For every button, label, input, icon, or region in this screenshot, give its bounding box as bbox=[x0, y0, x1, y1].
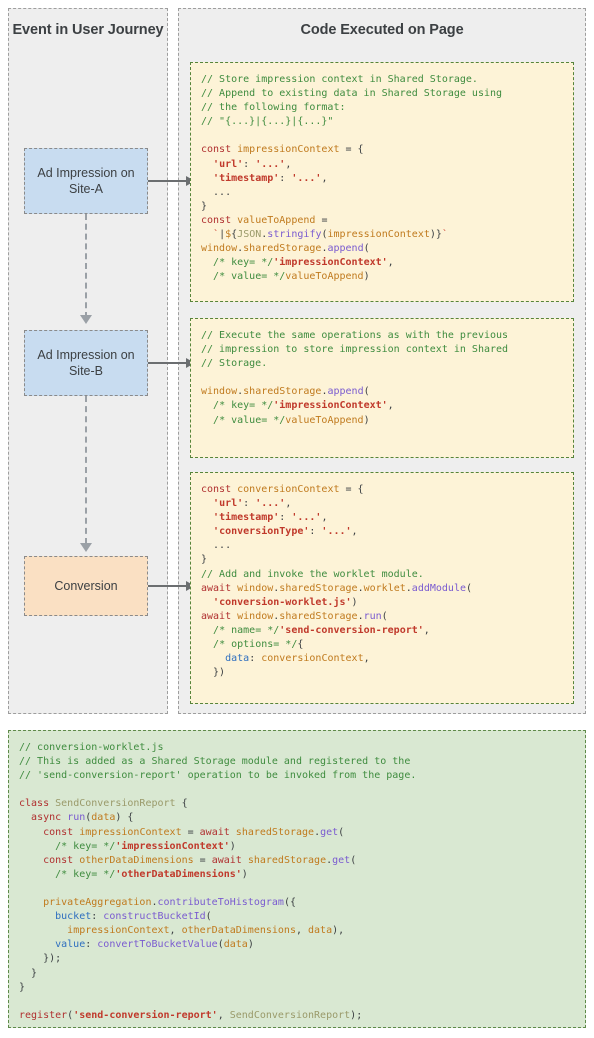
arrow-event-a-to-code-1 bbox=[148, 180, 188, 182]
event-box-label: Ad Impression on Site-B bbox=[37, 348, 135, 378]
column-right-header: Code Executed on Page bbox=[300, 22, 464, 38]
arrow-conversion-to-code-3 bbox=[148, 585, 188, 587]
event-box-label: Ad Impression on Site-A bbox=[37, 166, 135, 196]
code-block-conversion: const conversionContext = { 'url': '...'… bbox=[190, 472, 574, 704]
event-box-ad-impression-site-a: Ad Impression on Site-A bbox=[24, 148, 148, 214]
flow-diagram: Event in User Journey Code Executed on P… bbox=[0, 0, 594, 722]
connector-b-to-conversion bbox=[85, 396, 87, 544]
code-block-impression-site-b: // Execute the same operations as with t… bbox=[190, 318, 574, 458]
code-block-conversion-worklet: // conversion-worklet.js // This is adde… bbox=[8, 730, 586, 1028]
connector-arrowhead-b-to-conversion bbox=[80, 543, 92, 552]
connector-a-to-b bbox=[85, 214, 87, 318]
event-box-conversion: Conversion bbox=[24, 556, 148, 616]
connector-arrowhead-a-to-b bbox=[80, 315, 92, 324]
column-left-header: Event in User Journey bbox=[12, 22, 164, 38]
arrow-event-b-to-code-2 bbox=[148, 362, 188, 364]
event-box-ad-impression-site-b: Ad Impression on Site-B bbox=[24, 330, 148, 396]
code-block-impression-site-a: // Store impression context in Shared St… bbox=[190, 62, 574, 302]
event-box-label: Conversion bbox=[54, 579, 118, 593]
